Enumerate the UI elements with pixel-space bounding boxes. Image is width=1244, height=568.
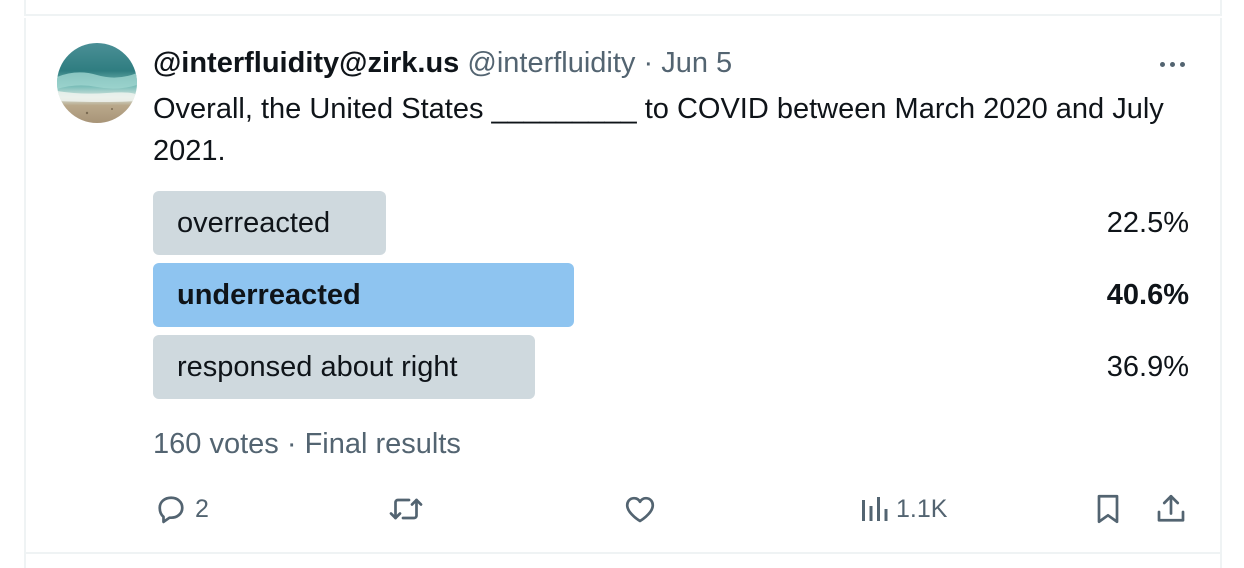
user-handle[interactable]: @interfluidity <box>467 47 635 79</box>
like-icon <box>625 496 655 523</box>
views-button[interactable]: 1.1K <box>858 488 947 530</box>
header-separator: · <box>643 47 654 79</box>
poll-option: responsed about right 36.9% <box>153 335 1189 399</box>
reply-icon <box>158 496 184 524</box>
poll-option: overreacted 22.5% <box>153 191 1189 255</box>
poll-separator: · <box>286 428 297 460</box>
poll-option-label: responsed about right <box>177 351 458 383</box>
display-name[interactable]: @interfluidity@zirk.us <box>153 47 459 79</box>
views-count: 1.1K <box>896 494 948 523</box>
repost-button[interactable] <box>386 488 426 530</box>
poll-option-percent: 40.6% <box>1106 279 1189 311</box>
poll-option-percent: 36.9% <box>1106 351 1189 383</box>
poll-summary: 160 votes · Final results <box>153 424 461 464</box>
avatar[interactable] <box>57 43 137 123</box>
bookmark-button[interactable] <box>1090 488 1126 530</box>
previous-post-divider <box>24 0 1222 16</box>
poll-option-label: overreacted <box>177 207 331 239</box>
poll-votes: 160 votes <box>153 428 279 460</box>
poll-option-percent: 22.5% <box>1106 207 1189 239</box>
share-button[interactable] <box>1153 488 1189 530</box>
post-header: @interfluidity@zirk.us @interfluidity · … <box>153 44 732 82</box>
bookmark-icon <box>1097 494 1119 524</box>
poll-option-winner: underreacted 40.6% <box>153 263 1189 327</box>
poll-option-label: underreacted <box>177 279 361 311</box>
reply-button[interactable]: 2 <box>153 488 209 530</box>
poll-status: Final results <box>304 428 461 460</box>
reply-count: 2 <box>195 494 209 523</box>
views-icon <box>862 497 888 521</box>
next-post-divider <box>24 554 1222 568</box>
repost-icon <box>389 498 423 520</box>
more-icon[interactable] <box>1152 56 1192 72</box>
share-icon <box>1157 494 1185 522</box>
post-text: Overall, the United States _________ to … <box>153 93 1164 167</box>
post-date[interactable]: Jun 5 <box>661 47 732 79</box>
like-button[interactable] <box>622 488 658 530</box>
